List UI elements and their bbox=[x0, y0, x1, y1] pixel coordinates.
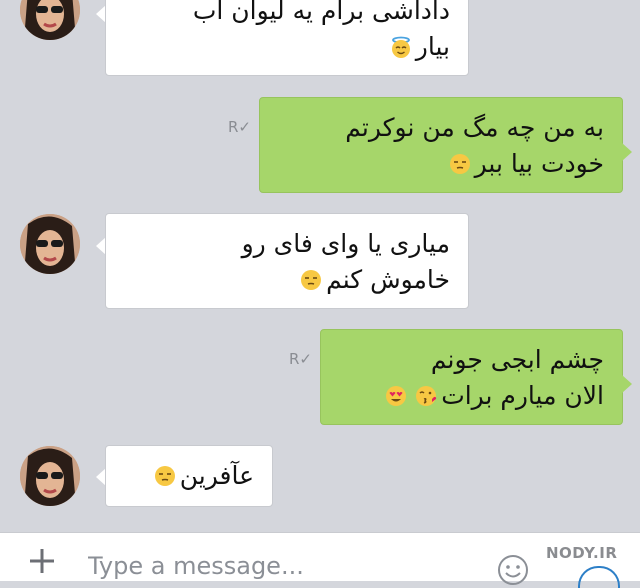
angel-emoji-icon bbox=[391, 36, 410, 58]
chat-thread: داداشی برام یه لیوان آب بیار R✓ به من چه… bbox=[0, 0, 640, 530]
plus-icon[interactable] bbox=[24, 543, 60, 579]
read-receipt: R✓ bbox=[289, 350, 312, 368]
message-bubble-incoming[interactable]: داداشی برام یه لیوان آب بیار bbox=[105, 0, 469, 76]
message-text: داداشی برام یه لیوان آب bbox=[192, 0, 450, 25]
message-text-line2: الان میارم برات bbox=[339, 378, 604, 414]
message-composer bbox=[0, 532, 640, 585]
message-text-line2: بیار bbox=[124, 29, 450, 65]
message-text: میاری یا وای فای رو bbox=[241, 229, 450, 258]
message-text-line2: خودت بیا ببر bbox=[278, 146, 604, 182]
message-bubble-outgoing[interactable]: به من چه مگ من نوکرتم خودت بیا ببر bbox=[259, 97, 623, 193]
message-text: به من چه مگ من نوکرتم bbox=[345, 113, 604, 142]
message-text-line2: خاموش کنم bbox=[124, 262, 450, 298]
kiss-emoji-icon bbox=[416, 386, 437, 406]
smiley-icon[interactable] bbox=[496, 553, 530, 587]
avatar[interactable] bbox=[20, 214, 80, 274]
message-text: چشم ابجی جونم bbox=[430, 345, 604, 374]
message-bubble-incoming[interactable]: عآفرین bbox=[105, 445, 273, 507]
message-text-line: عآفرین bbox=[124, 458, 254, 494]
message-input[interactable] bbox=[88, 549, 468, 583]
avatar[interactable] bbox=[20, 446, 80, 506]
message-bubble-outgoing[interactable]: چشم ابجی جونم الان میارم برات bbox=[320, 329, 623, 425]
unamused-emoji-icon bbox=[449, 154, 470, 174]
unamused-emoji-icon bbox=[301, 270, 322, 290]
avatar[interactable] bbox=[20, 0, 80, 40]
heart-eyes-emoji-icon bbox=[386, 386, 407, 406]
unamused-emoji-icon bbox=[154, 466, 175, 486]
read-receipt: R✓ bbox=[228, 118, 251, 136]
message-bubble-incoming[interactable]: میاری یا وای فای رو خاموش کنم bbox=[105, 213, 469, 309]
